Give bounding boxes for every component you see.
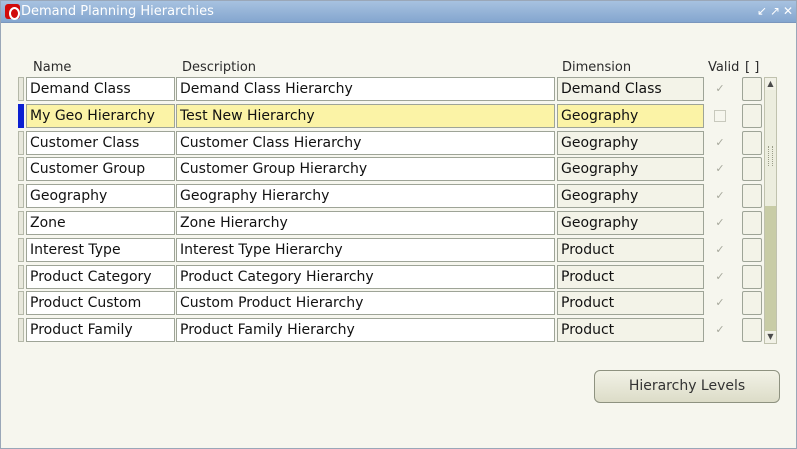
description-field[interactable]: Geography Hierarchy: [176, 184, 555, 208]
name-field[interactable]: Interest Type: [26, 238, 175, 262]
column-header-flexfield: [ ]: [745, 60, 760, 75]
name-field[interactable]: Geography: [26, 184, 175, 208]
scrollbar-thumb[interactable]: [765, 206, 776, 332]
descriptive-flexfield[interactable]: [742, 157, 762, 181]
window-title: Demand Planning Hierarchies: [21, 4, 214, 19]
dimension-field[interactable]: Geography: [557, 211, 704, 235]
row-selector[interactable]: [18, 184, 24, 208]
title-bar: Demand Planning Hierarchies ↙ ↗ ✕: [1, 1, 796, 23]
dimension-field[interactable]: Geography: [557, 184, 704, 208]
row-selector[interactable]: [18, 157, 24, 181]
valid-checkbox[interactable]: ✓: [714, 137, 726, 149]
column-header-name: Name: [33, 60, 72, 75]
descriptive-flexfield[interactable]: [742, 131, 762, 155]
descriptive-flexfield[interactable]: [742, 238, 762, 262]
scrollbar-track[interactable]: [765, 90, 776, 206]
dimension-field[interactable]: Product: [557, 238, 704, 262]
name-field[interactable]: Zone: [26, 211, 175, 235]
row-selector[interactable]: [18, 131, 24, 155]
scroll-down-icon[interactable]: ▼: [765, 331, 776, 343]
dimension-field[interactable]: Product: [557, 291, 704, 315]
maximize-icon[interactable]: ↗: [769, 4, 781, 18]
description-field[interactable]: Demand Class Hierarchy: [176, 77, 555, 101]
dimension-field[interactable]: Geography: [557, 131, 704, 155]
name-field[interactable]: Customer Class: [26, 131, 175, 155]
name-field[interactable]: Product Custom: [26, 291, 175, 315]
descriptive-flexfield[interactable]: [742, 211, 762, 235]
minimize-icon[interactable]: ↙: [756, 4, 768, 18]
close-icon[interactable]: ✕: [782, 4, 794, 18]
column-header-valid: Valid: [708, 60, 740, 75]
dimension-field[interactable]: Product: [557, 265, 704, 289]
description-field[interactable]: Zone Hierarchy: [176, 211, 555, 235]
description-field[interactable]: Custom Product Hierarchy: [176, 291, 555, 315]
valid-checkbox[interactable]: ✓: [714, 190, 726, 202]
description-field[interactable]: Customer Group Hierarchy: [176, 157, 555, 181]
valid-checkbox[interactable]: ✓: [714, 163, 726, 175]
valid-checkbox[interactable]: ✓: [714, 217, 726, 229]
descriptive-flexfield[interactable]: [742, 291, 762, 315]
valid-checkbox[interactable]: ✓: [714, 271, 726, 283]
dimension-field[interactable]: Demand Class: [557, 77, 704, 101]
main-window: Demand Planning Hierarchies ↙ ↗ ✕ Name D…: [0, 0, 797, 449]
valid-checkbox[interactable]: ✓: [714, 297, 726, 309]
description-field[interactable]: Test New Hierarchy: [176, 104, 555, 128]
description-field[interactable]: Customer Class Hierarchy: [176, 131, 555, 155]
row-selector[interactable]: [18, 211, 24, 235]
row-selector[interactable]: [18, 238, 24, 262]
row-selector[interactable]: [18, 318, 24, 342]
row-selector[interactable]: [18, 77, 24, 101]
name-field[interactable]: Demand Class: [26, 77, 175, 101]
row-selector[interactable]: [18, 104, 24, 128]
column-header-description: Description: [182, 60, 257, 75]
name-field[interactable]: My Geo Hierarchy: [26, 104, 175, 128]
name-field[interactable]: Product Category: [26, 265, 175, 289]
valid-checkbox[interactable]: ✓: [714, 324, 726, 336]
valid-checkbox[interactable]: [714, 110, 726, 122]
scrollbar-grip[interactable]: [768, 146, 773, 166]
name-field[interactable]: Customer Group: [26, 157, 175, 181]
hierarchy-levels-button[interactable]: Hierarchy Levels: [594, 370, 780, 403]
column-header-dimension: Dimension: [562, 60, 632, 75]
dimension-field[interactable]: Product: [557, 318, 704, 342]
description-field[interactable]: Product Category Hierarchy: [176, 265, 555, 289]
descriptive-flexfield[interactable]: [742, 77, 762, 101]
dimension-field[interactable]: Geography: [557, 157, 704, 181]
descriptive-flexfield[interactable]: [742, 318, 762, 342]
vertical-scrollbar[interactable]: ▲ ▼: [764, 77, 777, 344]
name-field[interactable]: Product Family: [26, 318, 175, 342]
description-field[interactable]: Interest Type Hierarchy: [176, 238, 555, 262]
descriptive-flexfield[interactable]: [742, 184, 762, 208]
descriptive-flexfield[interactable]: [742, 265, 762, 289]
valid-checkbox[interactable]: ✓: [714, 244, 726, 256]
dimension-field[interactable]: Geography: [557, 104, 704, 128]
descriptive-flexfield[interactable]: [742, 104, 762, 128]
valid-checkbox[interactable]: ✓: [714, 83, 726, 95]
row-selector[interactable]: [18, 265, 24, 289]
scroll-up-icon[interactable]: ▲: [765, 78, 776, 90]
description-field[interactable]: Product Family Hierarchy: [176, 318, 555, 342]
row-selector[interactable]: [18, 291, 24, 315]
oracle-app-icon: [5, 4, 20, 20]
